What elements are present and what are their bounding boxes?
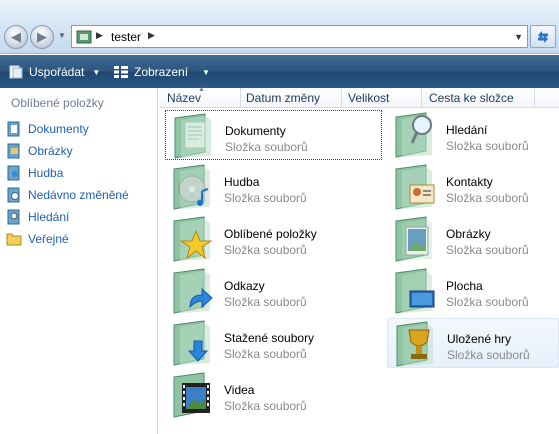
recent-pages-dropdown[interactable]: ▼ xyxy=(58,31,66,40)
public-folder-icon xyxy=(6,233,22,246)
folder-tile-documents[interactable]: Dokumenty Složka souborů xyxy=(165,110,382,160)
pictures-folder-icon xyxy=(395,216,432,262)
nav-item-music[interactable]: Hudba xyxy=(6,163,63,183)
forward-arrow-icon: ▶ xyxy=(37,29,47,44)
chevron-down-icon: ▼ xyxy=(202,67,210,77)
command-toolbar: Uspořádat ▼ Zobrazení ▼ xyxy=(0,55,559,88)
breadcrumb-chevron-icon[interactable]: ▶ xyxy=(148,30,155,41)
column-header-name[interactable]: Název xyxy=(167,91,201,105)
organize-label: Uspořádat xyxy=(29,65,85,79)
column-header-size[interactable]: Velikost xyxy=(348,91,389,105)
nav-item-label: Veřejné xyxy=(28,232,69,246)
folder-type: Složka souborů xyxy=(447,348,530,362)
folder-name: Dokumenty xyxy=(225,124,286,138)
column-divider[interactable] xyxy=(240,88,241,108)
chevron-down-icon: ▼ xyxy=(92,67,101,77)
folder-tile-videos[interactable]: Videa Složka souborů xyxy=(165,370,380,420)
folder-tile-desktop[interactable]: Plocha Složka souborů xyxy=(387,266,559,316)
favorites-folder-icon xyxy=(173,216,213,262)
nav-item-recent[interactable]: Nedávno změněné xyxy=(6,185,129,205)
column-divider[interactable] xyxy=(421,88,422,108)
downloads-folder-icon xyxy=(173,320,210,366)
nav-item-search[interactable]: Hledání xyxy=(6,207,69,227)
back-button[interactable]: ◀ xyxy=(4,25,28,49)
folder-tile-links[interactable]: Odkazy Složka souborů xyxy=(165,266,380,316)
folder-type: Složka souborů xyxy=(446,243,529,257)
saved-games-folder-icon xyxy=(396,321,433,367)
folder-name: Hledání xyxy=(446,123,488,137)
desktop-folder-icon xyxy=(395,268,435,314)
breadcrumb-current[interactable]: tester xyxy=(111,30,141,44)
nav-item-documents[interactable]: Dokumenty xyxy=(6,119,89,139)
folder-tile-saved-games[interactable]: Uložené hry Složka souborů xyxy=(387,318,559,368)
folder-type: Složka souborů xyxy=(446,139,529,153)
folder-tile-contacts[interactable]: Kontakty Složka souborů xyxy=(387,162,559,212)
folder-name: Hudba xyxy=(224,175,260,189)
music-folder-icon xyxy=(173,164,210,210)
folder-name: Odkazy xyxy=(224,279,265,293)
organize-icon xyxy=(9,65,23,79)
breadcrumb-chevron-icon[interactable]: ▶ xyxy=(96,30,103,41)
nav-item-label: Hudba xyxy=(28,166,64,180)
folder-type: Složka souborů xyxy=(224,295,307,309)
folder-name: Oblíbené položky xyxy=(224,227,317,241)
address-dropdown-icon[interactable]: ▼ xyxy=(514,32,523,42)
recent-icon xyxy=(7,187,20,203)
column-divider[interactable] xyxy=(341,88,342,108)
folder-type: Složka souborů xyxy=(224,347,307,361)
column-headers: Název ▲ Datum změny Velikost Cesta ke sl… xyxy=(159,86,559,108)
folder-name: Uložené hry xyxy=(447,332,512,346)
folder-type: Složka souborů xyxy=(224,399,307,413)
back-arrow-icon: ◀ xyxy=(11,29,21,44)
links-folder-icon xyxy=(173,268,213,314)
nav-item-public[interactable]: Veřejné xyxy=(6,229,69,249)
folder-name: Stažené soubory xyxy=(224,331,315,345)
folder-type: Složka souborů xyxy=(224,243,307,257)
contacts-folder-icon xyxy=(395,164,435,210)
refresh-icon xyxy=(538,30,548,43)
navigation-pane: Oblíbené položky Dokumenty Obrázky Hudba… xyxy=(0,88,158,434)
views-icon xyxy=(114,66,128,78)
folder-name: Kontakty xyxy=(446,175,493,189)
documents-icon xyxy=(7,121,20,137)
organize-button[interactable]: Uspořádat ▼ xyxy=(8,63,100,81)
folder-type: Složka souborů xyxy=(446,191,529,205)
folder-type: Složka souborů xyxy=(446,295,529,309)
nav-item-label: Dokumenty xyxy=(28,122,89,136)
folder-tile-favorites[interactable]: Oblíbené položky Složka souborů xyxy=(165,214,380,264)
documents-folder-icon xyxy=(174,113,211,159)
views-label: Zobrazení xyxy=(134,65,189,79)
videos-folder-icon xyxy=(173,372,210,418)
folder-type: Složka souborů xyxy=(225,140,308,154)
favorites-header: Oblíbené položky xyxy=(11,96,104,110)
column-divider[interactable] xyxy=(534,88,535,108)
pictures-icon xyxy=(7,143,20,159)
search-icon xyxy=(7,209,20,225)
refresh-button[interactable] xyxy=(530,25,556,48)
folder-name: Videa xyxy=(224,383,255,397)
folder-name: Plocha xyxy=(446,279,483,293)
folder-tile-downloads[interactable]: Stažené soubory Složka souborů xyxy=(165,318,380,368)
sort-ascending-icon: ▲ xyxy=(198,86,205,93)
forward-button[interactable]: ▶ xyxy=(30,25,54,49)
search-folder-icon xyxy=(395,112,432,158)
user-folder-icon xyxy=(76,30,92,44)
folder-tile-pictures[interactable]: Obrázky Složka souborů xyxy=(387,214,559,264)
file-list: Dokumenty Složka souborů Hledání Složka … xyxy=(159,108,559,434)
nav-item-pictures[interactable]: Obrázky xyxy=(6,141,73,161)
address-bar-area: ◀ ▶ ▼ ▶ tester ▶ ▼ xyxy=(0,0,559,54)
nav-item-label: Obrázky xyxy=(28,144,73,158)
music-icon xyxy=(7,165,20,181)
folder-type: Složka souborů xyxy=(224,191,307,205)
address-field[interactable]: ▶ tester ▶ ▼ xyxy=(71,25,528,48)
column-header-date[interactable]: Datum změny xyxy=(246,91,320,105)
folder-tile-music[interactable]: Hudba Složka souborů xyxy=(165,162,380,212)
folder-tile-search[interactable]: Hledání Složka souborů xyxy=(387,110,559,160)
nav-item-label: Hledání xyxy=(28,210,70,224)
column-header-path[interactable]: Cesta ke složce xyxy=(429,91,514,105)
nav-item-label: Nedávno změněné xyxy=(28,188,129,202)
folder-name: Obrázky xyxy=(446,227,491,241)
views-button[interactable]: Zobrazení ▼ xyxy=(113,63,210,81)
